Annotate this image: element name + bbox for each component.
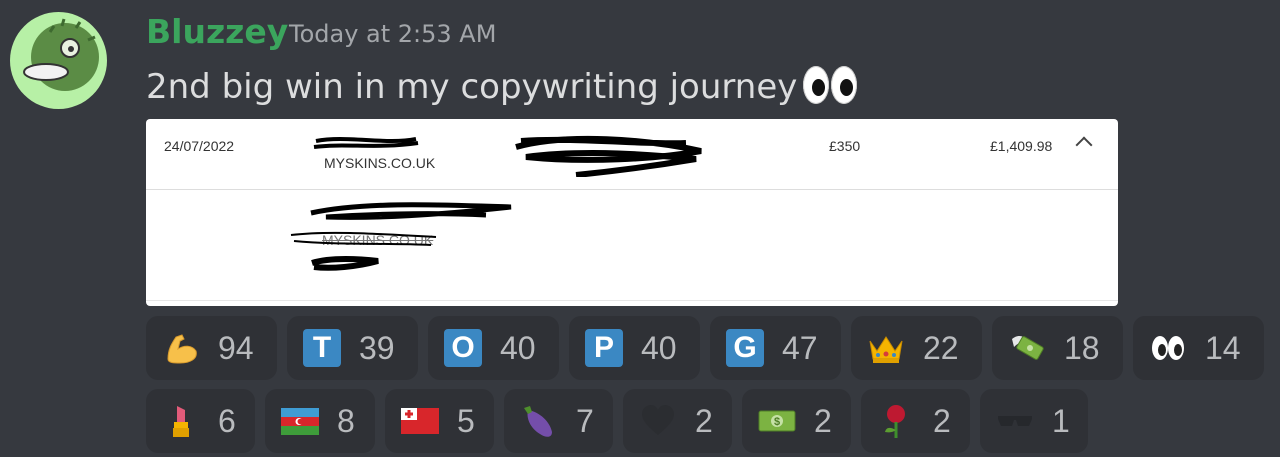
message-content: 2nd big win in my copywriting journey: [146, 66, 858, 107]
sunglasses-icon: [996, 402, 1034, 440]
duck-avatar-icon: [23, 18, 99, 91]
svg-text:$: $: [774, 416, 780, 428]
eyes-icon: [803, 66, 858, 104]
reaction-count: 7: [576, 402, 594, 439]
reaction-black-heart[interactable]: 2: [623, 389, 732, 453]
reaction-count: 14: [1205, 329, 1241, 366]
lipstick-icon: [162, 402, 200, 440]
reaction-dollar-banknote[interactable]: $ 2: [742, 389, 851, 453]
reaction-count: 5: [457, 402, 475, 439]
letter-g-icon: G: [726, 329, 764, 367]
reaction-letter-g[interactable]: G 47: [710, 316, 841, 380]
redaction-scribble: [311, 256, 379, 271]
letter-o-icon: O: [444, 329, 482, 367]
image-attachment[interactable]: 24/07/2022 MYSKINS.CO.UK £350 £1,409.98 …: [146, 119, 1118, 306]
reaction-lipstick[interactable]: 6: [146, 389, 255, 453]
reaction-money-with-wings[interactable]: 18: [992, 316, 1123, 380]
divider: [146, 300, 1118, 301]
transaction-date: 24/07/2022: [164, 138, 235, 154]
reaction-count: 22: [923, 329, 959, 366]
black-heart-icon: [639, 402, 677, 440]
divider: [146, 189, 1118, 190]
transaction-balance: £1,409.98: [990, 138, 1053, 154]
transaction-merchant: MYSKINS.CO.UK: [324, 155, 436, 171]
reaction-letter-o[interactable]: O 40: [428, 316, 559, 380]
reaction-crown[interactable]: 22: [851, 316, 982, 380]
money-with-wings-icon: [1008, 329, 1046, 367]
azerbaijan-flag-icon: [281, 402, 319, 440]
letter-p-icon: P: [585, 329, 623, 367]
redaction-scribble: [290, 231, 437, 246]
reaction-count: 94: [218, 329, 254, 366]
reaction-count: 6: [218, 402, 236, 439]
rose-icon: [877, 402, 915, 440]
chevron-up-icon: [1075, 136, 1093, 154]
reaction-count: 1: [1052, 402, 1070, 439]
reaction-eyes[interactable]: 14: [1133, 316, 1264, 380]
username[interactable]: Bluzzey: [146, 12, 288, 51]
flexed-biceps-icon: [162, 329, 200, 367]
reaction-tonga-flag[interactable]: 5: [385, 389, 494, 453]
reaction-count: 8: [337, 402, 355, 439]
reaction-count: 18: [1064, 329, 1100, 366]
reaction-rose[interactable]: 2: [861, 389, 970, 453]
reaction-sunglasses[interactable]: 1: [980, 389, 1088, 453]
reaction-flexed-biceps[interactable]: 94: [146, 316, 277, 380]
redaction-scribble: [515, 135, 702, 177]
reaction-count: 2: [933, 402, 951, 439]
reaction-count: 40: [500, 329, 536, 366]
reaction-count: 2: [814, 402, 832, 439]
tonga-flag-icon: [401, 402, 439, 440]
reaction-count: 40: [641, 329, 677, 366]
redaction-scribble: [313, 137, 419, 149]
avatar[interactable]: [10, 12, 107, 109]
message-timestamp: Today at 2:53 AM: [289, 20, 497, 48]
eggplant-icon: [520, 402, 558, 440]
reaction-letter-t[interactable]: T 39: [287, 316, 418, 380]
letter-t-icon: T: [303, 329, 341, 367]
reaction-letter-p[interactable]: P 40: [569, 316, 700, 380]
reaction-count: 2: [695, 402, 713, 439]
reaction-eggplant[interactable]: 7: [504, 389, 613, 453]
transaction-amount: £350: [829, 138, 861, 154]
message-text: 2nd big win in my copywriting journey: [146, 67, 798, 107]
crown-icon: [867, 329, 905, 367]
reaction-azerbaijan-flag[interactable]: 8: [265, 389, 375, 453]
reaction-count: 39: [359, 329, 395, 366]
eyes-icon: [1149, 329, 1187, 367]
reaction-count: 47: [782, 329, 818, 366]
dollar-banknote-icon: $: [758, 402, 796, 440]
